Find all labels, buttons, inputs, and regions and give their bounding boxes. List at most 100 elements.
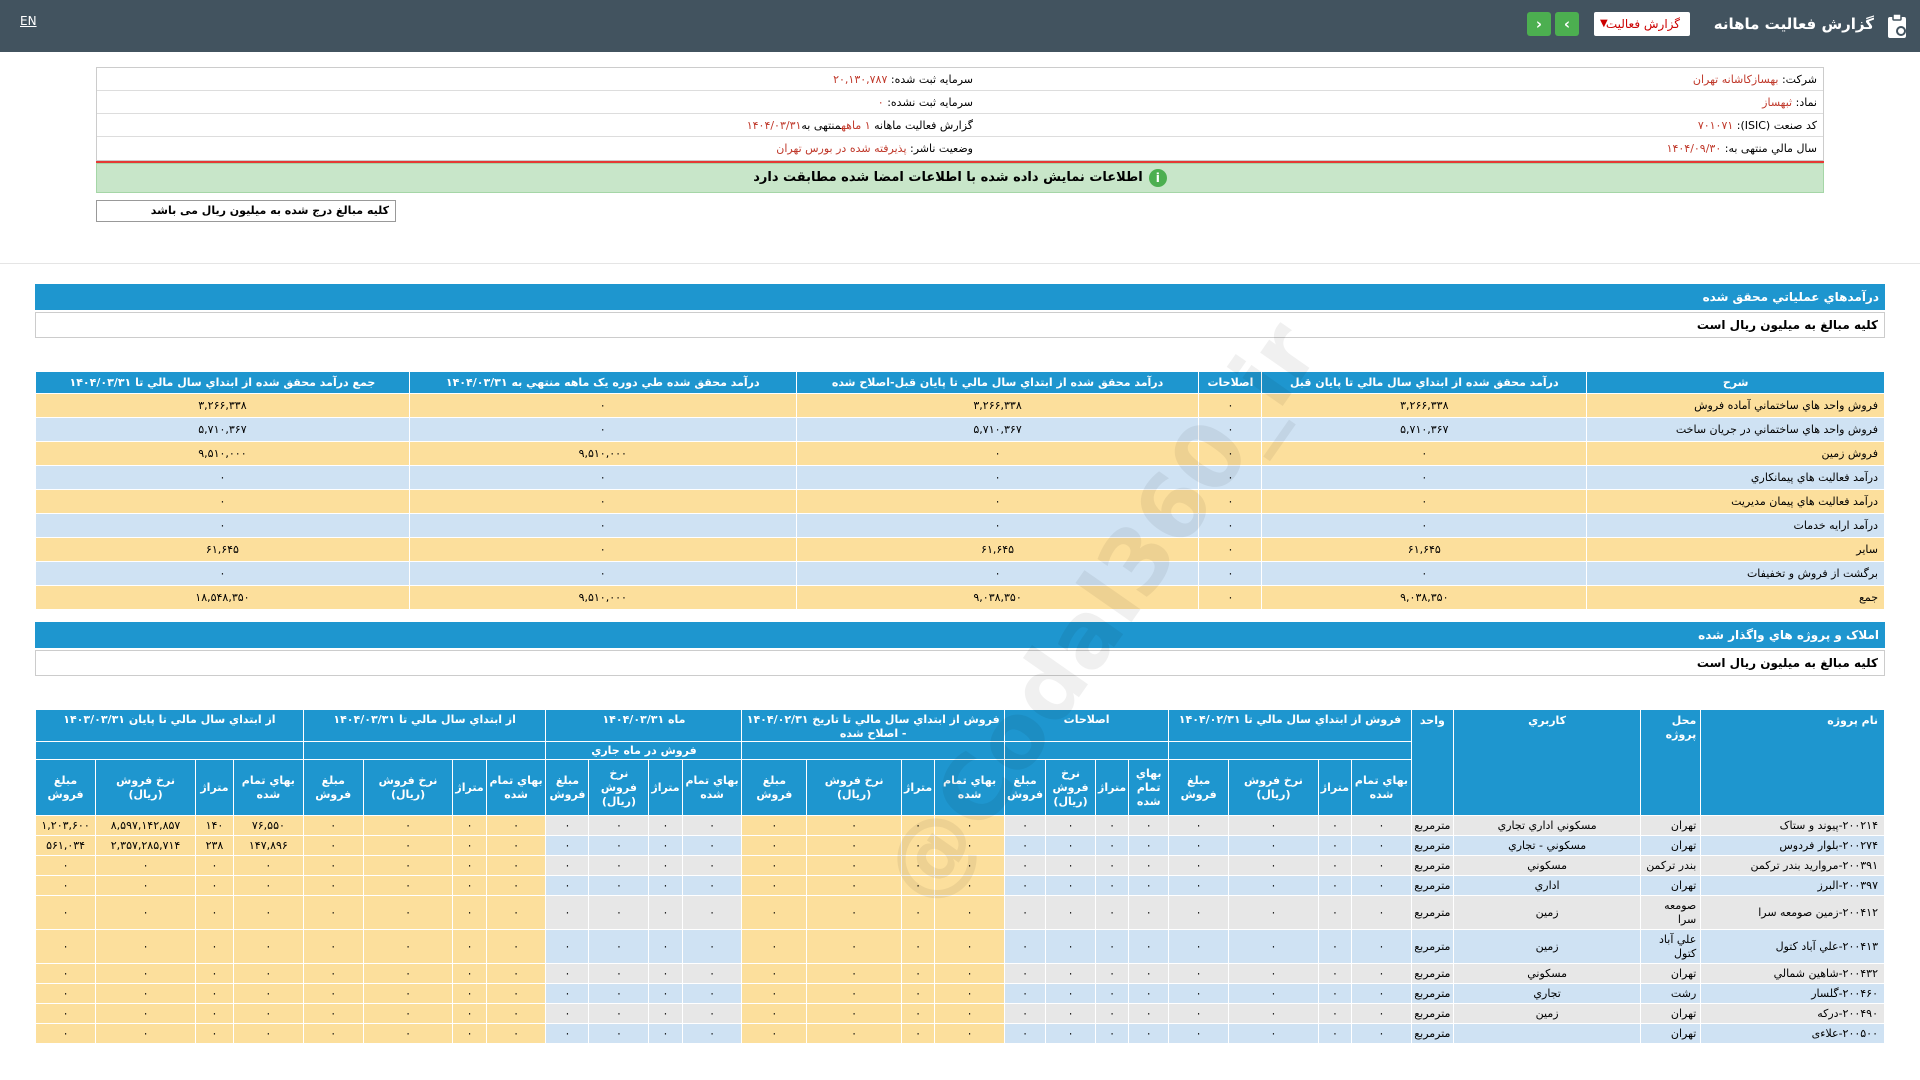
table-cell: ۰: [194, 895, 234, 930]
table-cell: ۰: [95, 855, 196, 876]
table-row: ۲۰۰۴۹۰-دركه تهران زمين مترمربع ۰ ۰ ۰ ۰ ۰ ۰ ۰ ۰ ۰ ۰ ۰ ۰ ۰…: [34, 1003, 1885, 1024]
table-cell: ۰: [1261, 441, 1588, 466]
table-cell: ۰: [302, 1023, 364, 1044]
table-cell: ۰: [1168, 1003, 1230, 1024]
table-cell: ۰: [194, 983, 234, 1004]
table-cell: ۰: [408, 465, 797, 490]
table-cell: ۰: [545, 929, 590, 964]
company-field: شركت: بهسازكاشانه تهران: [1693, 73, 1817, 86]
table-cell: ۰: [302, 983, 364, 1004]
table-cell: ۰: [1351, 1023, 1412, 1044]
table-cell: زمين: [1452, 895, 1642, 930]
table-cell: فروش واحد هاي ساختماني آماده فروش: [1586, 393, 1885, 418]
table-cell: ۰: [681, 855, 743, 876]
table-cell: ۰: [1168, 835, 1230, 856]
report-type-select[interactable]: گزارش فعالیت ▼: [1594, 12, 1690, 36]
unregistered-capital-field: سرمايه ثبت نشده: ۰: [878, 96, 973, 109]
table-cell: ۲,۳۵۷,۲۸۵,۷۱۴: [95, 835, 196, 856]
table-cell: ۰: [1228, 983, 1319, 1004]
previous-button[interactable]: ‹: [1527, 12, 1551, 36]
column-group-header: از ابتداي سال مالي تا ۱۴۰۴/۰۳/۳۱: [302, 709, 547, 742]
column-header: مبلغ فروش: [545, 759, 590, 816]
table-cell: ۰: [741, 855, 808, 876]
table-cell: اداري: [1452, 875, 1642, 896]
table-cell: مسكوني اداري تجاري: [1452, 815, 1642, 836]
table-cell: ۰: [741, 983, 808, 1004]
table-cell: ۰: [1168, 815, 1230, 836]
table-cell: ۰: [1351, 815, 1412, 836]
table-row: برگشت از فروش و تخفيفات ۰ ۰ ۰ ۰ ۰: [35, 561, 1885, 586]
table-cell: ۰: [232, 895, 304, 930]
table-cell: ۰: [1351, 835, 1412, 856]
fiscal-year-value: ۱۴۰۴/۰۹/۳۰: [1666, 142, 1722, 155]
table-cell: ۰: [95, 895, 196, 930]
table-cell: ۳,۲۶۶,۳۳۸: [35, 393, 410, 418]
language-link[interactable]: EN: [20, 14, 37, 28]
table-cell: ۰: [741, 963, 808, 984]
table-cell: ۰: [588, 855, 650, 876]
isic-label: كد صنعت (ISIC):: [1736, 119, 1817, 132]
column-header: نام پروژه: [1700, 709, 1885, 816]
registered-capital-value: ۲۰,۱۳۰,۷۸۷: [833, 73, 888, 86]
table-cell: فروش زمين: [1586, 441, 1885, 466]
table-cell: ۲۰۰۳۹۷-البرز: [1700, 875, 1885, 896]
column-header: واحد: [1410, 709, 1454, 816]
table-cell: ۰: [1003, 963, 1047, 984]
table-cell: ۰: [1045, 815, 1096, 836]
table-cell: ۰: [452, 835, 487, 856]
table-cell: ۰: [1128, 835, 1170, 856]
table-cell: ۰: [194, 963, 234, 984]
table-cell: ۰: [1003, 1003, 1047, 1024]
table-cell: ۰: [34, 895, 97, 930]
column-header: شرح: [1586, 371, 1885, 394]
table-cell: صومعه سرا: [1640, 895, 1702, 930]
table-cell: ۰: [194, 1023, 234, 1044]
table-cell: ۲۰۰۴۱۳-علي آباد کتول: [1700, 929, 1885, 964]
isic-field: كد صنعت (ISIC): ۷۰۱۰۷۱: [1698, 119, 1817, 132]
table-cell: ۰: [1045, 963, 1096, 984]
table-cell: ۰: [1317, 855, 1353, 876]
column-header: محل پروژه: [1640, 709, 1702, 816]
table-cell: ۰: [741, 835, 808, 856]
next-button[interactable]: ›: [1555, 12, 1579, 36]
table-cell: ۰: [302, 835, 364, 856]
table-cell: ۰: [1228, 835, 1319, 856]
table-cell: ۲۰۰۴۶۰-گلسار: [1700, 983, 1885, 1004]
table-cell: ۰: [1228, 1003, 1319, 1024]
table-cell: ۰: [681, 1023, 743, 1044]
table-cell: مسكوني: [1452, 963, 1642, 984]
table-row: درآمد فعاليت هاي پيمانكاري ۰ ۰ ۰ ۰ ۰: [35, 465, 1885, 490]
table-cell: ۰: [1128, 929, 1170, 964]
table-row: فروش واحد هاي ساختماني در جريان ساخت ۵,۷۱…: [35, 417, 1885, 442]
table-cell: ۰: [452, 983, 487, 1004]
table-cell: ۰: [900, 963, 936, 984]
table-cell: ۰: [302, 815, 364, 836]
table-cell: ۸,۵۹۷,۱۴۲,۸۵۷: [95, 815, 196, 836]
column-header: بهاي تمام شده: [1351, 759, 1412, 816]
table-cell: رشت: [1640, 983, 1702, 1004]
table-cell: ۰: [302, 1003, 364, 1024]
table-cell: ۰: [1094, 1003, 1130, 1024]
table-cell: ۰: [1128, 895, 1170, 930]
table-cell: ۰: [35, 513, 410, 538]
table-cell: ۰: [34, 983, 97, 1004]
table-cell: تهران: [1640, 835, 1702, 856]
table-cell: ۰: [452, 895, 487, 930]
table-cell: ۰: [681, 963, 743, 984]
table-cell: ۲۰۰۴۹۰-دركه: [1700, 1003, 1885, 1024]
clipboard-icon: [1888, 13, 1906, 38]
table-cell: ۰: [681, 929, 743, 964]
report-period-value: ۱ ماهه: [841, 119, 871, 132]
table-cell: ۲۰۰۲۷۴-بلوار فردوس: [1700, 835, 1885, 856]
amount-unit-note: کلیه مبالغ درج شده به میلیون ریال می باش…: [96, 200, 396, 222]
table-cell: ۰: [485, 983, 547, 1004]
table-cell: ۰: [648, 875, 683, 896]
table-cell: ۰: [34, 929, 97, 964]
table-cell: ۰: [806, 1003, 902, 1024]
table-cell: ۰: [1045, 875, 1096, 896]
table-cell: ۰: [1003, 875, 1047, 896]
chevron-right-icon: ›: [1563, 15, 1571, 33]
table-cell: ۰: [485, 1003, 547, 1024]
table-cell: ۰: [1094, 963, 1130, 984]
table-cell: ۰: [1128, 815, 1170, 836]
